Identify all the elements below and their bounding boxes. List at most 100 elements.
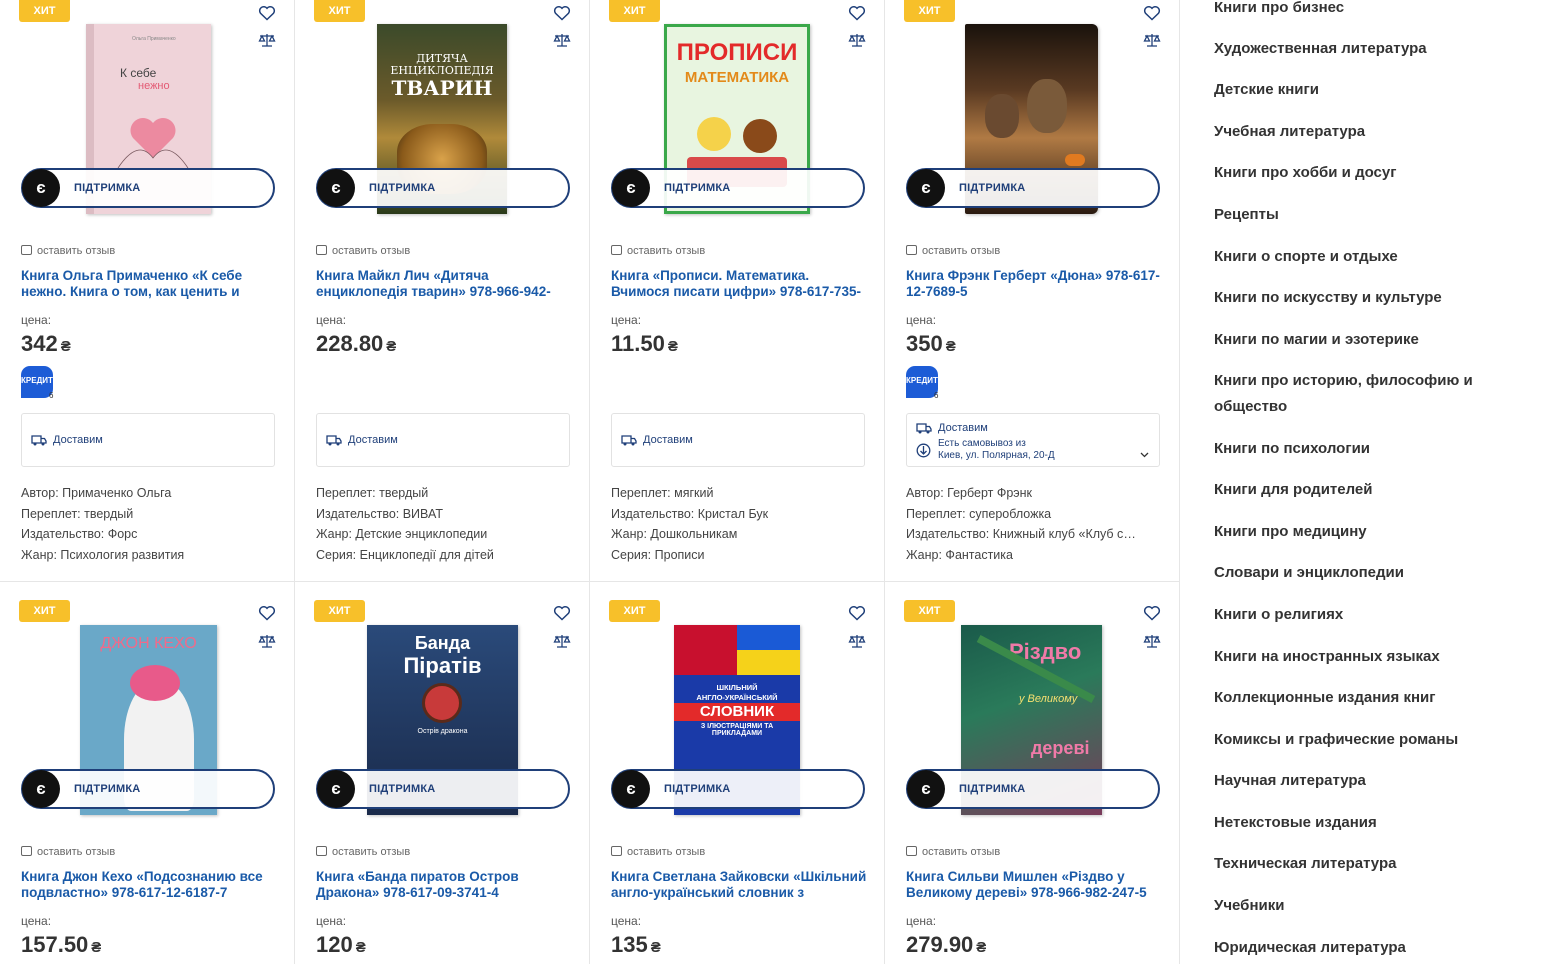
sidebar-item[interactable]: Нетекстовые издания: [1214, 810, 1377, 836]
product-grid: ХИТ Ольга Примаченко К себе нежно є ПІДТР…: [0, 0, 1180, 964]
product-title-link[interactable]: Книга Светлана Зайковски «Шкільний англо…: [611, 869, 869, 901]
leave-review-link[interactable]: оставить отзыв: [316, 245, 410, 257]
leave-review-link[interactable]: оставить отзыв: [906, 245, 1000, 257]
leave-review-link[interactable]: оставить отзыв: [21, 245, 115, 257]
price-label: цена:: [21, 914, 52, 928]
heart-icon[interactable]: [1143, 5, 1161, 21]
leave-review-link[interactable]: оставить отзыв: [21, 846, 115, 858]
support-button[interactable]: є ПІДТРИМКА: [21, 769, 275, 809]
heart-icon[interactable]: [553, 5, 571, 21]
sidebar-item[interactable]: Книги по искусству и культуре: [1214, 285, 1442, 311]
sidebar-item[interactable]: Книги по психологии: [1214, 436, 1370, 462]
product-title-link[interactable]: Книга «Банда пиратов Остров Дракона» 978…: [316, 869, 574, 901]
review-label: оставить отзыв: [332, 846, 411, 858]
support-button[interactable]: є ПІДТРИМКА: [316, 168, 570, 208]
compare-scales-icon[interactable]: [258, 32, 276, 48]
price: 228.80 ₴: [316, 331, 396, 357]
product-card: ХИТ ДИТЯЧА ЕНЦИКЛОПЕДІЯ ТВАРИН є ПІДТРИМК…: [295, 0, 590, 582]
sidebar-item[interactable]: Книги про медицину: [1214, 519, 1367, 545]
review-label: оставить отзыв: [37, 846, 116, 858]
sidebar-item[interactable]: Книги про хобби и досуг: [1214, 160, 1396, 186]
sidebar-item[interactable]: Книги про историю, философию и общество: [1214, 368, 1514, 420]
sidebar-item[interactable]: Книги про бизнес: [1214, 0, 1344, 21]
sidebar-item[interactable]: Рецепты: [1214, 202, 1279, 228]
heart-icon[interactable]: [258, 605, 276, 621]
cover-subtitle: МАТЕМАТИКА: [684, 69, 790, 86]
heart-icon[interactable]: [1143, 605, 1161, 621]
support-button[interactable]: є ПІДТРИМКА: [906, 168, 1160, 208]
spec-item: Издательство: Книжный клуб «Клуб семейно…: [906, 527, 1141, 542]
sidebar-item[interactable]: Книги для родителей: [1214, 477, 1373, 503]
compare-scales-icon[interactable]: [1143, 633, 1161, 649]
compare-scales-icon[interactable]: [258, 633, 276, 649]
heart-icon[interactable]: [848, 605, 866, 621]
product-title-link[interactable]: Книга Джон Кехо «Подсознанию все подвлас…: [21, 869, 279, 901]
delivery-box[interactable]: Доставим: [21, 413, 275, 467]
hit-badge: ХИТ: [19, 600, 70, 622]
price-value: 228.80: [316, 331, 384, 356]
compare-scales-icon[interactable]: [848, 633, 866, 649]
sidebar-item[interactable]: Книги о религиях: [1214, 602, 1343, 628]
product-title-link[interactable]: Книга Фрэнк Герберт «Дюна» 978-617-12-76…: [906, 268, 1164, 300]
leave-review-link[interactable]: оставить отзыв: [316, 846, 410, 858]
sidebar-item[interactable]: Детские книги: [1214, 77, 1319, 103]
heart-icon[interactable]: [258, 5, 276, 21]
product-title-link[interactable]: Книга Майкл Лич «Дитяча енциклопедія тва…: [316, 268, 574, 300]
product-title-link[interactable]: Книга «Прописи. Математика. Вчимося писа…: [611, 268, 869, 300]
sidebar-item[interactable]: Книги о спорте и отдыхе: [1214, 244, 1398, 270]
compare-scales-icon[interactable]: [553, 633, 571, 649]
support-label: ПІДТРИМКА: [959, 783, 1026, 795]
spec-item: Жанр: Фантастика: [906, 548, 1013, 563]
spec-item: Переплет: суперобложка: [906, 506, 1052, 521]
sidebar-item[interactable]: Коллекционные издания книг: [1214, 685, 1435, 711]
product-card: ХИТ Різдво у Великому дереві є ПІДТРИМКА …: [885, 582, 1180, 964]
support-button[interactable]: є ПІДТРИМКА: [611, 168, 865, 208]
sidebar-item[interactable]: Книги на иностранных языках: [1214, 644, 1440, 670]
sidebar-item[interactable]: Художественная литература: [1214, 36, 1427, 62]
price-label: цена:: [906, 313, 937, 327]
compare-scales-icon[interactable]: [553, 32, 571, 48]
chevron-down-icon[interactable]: [1140, 452, 1149, 458]
cover-subtitle: Піратів: [403, 653, 482, 678]
support-button[interactable]: є ПІДТРИМКА: [21, 168, 275, 208]
hit-badge: ХИТ: [314, 600, 365, 622]
heart-icon[interactable]: [553, 605, 571, 621]
price-value: 120: [316, 932, 353, 957]
sidebar-item[interactable]: Учебники: [1214, 893, 1284, 919]
compare-scales-icon[interactable]: [1143, 32, 1161, 48]
sidebar-item[interactable]: Техническая литература: [1214, 851, 1396, 877]
product-title-link[interactable]: Книга Ольга Примаченко «К себе нежно. Кн…: [21, 268, 279, 300]
support-button[interactable]: є ПІДТРИМКА: [611, 769, 865, 809]
heart-icon[interactable]: [848, 5, 866, 21]
comment-icon: [21, 245, 32, 255]
leave-review-link[interactable]: оставить отзыв: [611, 245, 705, 257]
product-title-link[interactable]: Книга Сильви Мишлен «Різдво у Великому д…: [906, 869, 1164, 901]
currency: ₴: [355, 939, 366, 956]
delivery-box[interactable]: Доставим: [611, 413, 865, 467]
delivery-box[interactable]: Доставим: [316, 413, 570, 467]
truck-icon: [621, 435, 637, 446]
support-button[interactable]: є ПІДТРИМКА: [906, 769, 1160, 809]
cover-subtitle: нежно: [138, 80, 170, 92]
support-button[interactable]: є ПІДТРИМКА: [316, 769, 570, 809]
euro-icon: є: [612, 770, 650, 808]
support-label: ПІДТРИМКА: [959, 182, 1026, 194]
leave-review-link[interactable]: оставить отзыв: [906, 846, 1000, 858]
pickup-info: Есть самовывоз из Киев, ул. Полярная, 20-…: [938, 438, 1055, 462]
product-specs: Переплет: мягкий Издательство: Кристал Б…: [611, 483, 873, 566]
sidebar-item[interactable]: Научная литература: [1214, 768, 1366, 794]
sidebar-item[interactable]: Комиксы и графические романы: [1214, 727, 1458, 753]
price-label: цена:: [316, 914, 347, 928]
compare-scales-icon[interactable]: [848, 32, 866, 48]
sidebar-item[interactable]: Книги по магии и эзотерике: [1214, 327, 1419, 353]
sidebar-item[interactable]: Юридическая литература: [1214, 935, 1406, 961]
sidebar-item[interactable]: Учебная литература: [1214, 119, 1365, 145]
leave-review-link[interactable]: оставить отзыв: [611, 846, 705, 858]
sidebar-item[interactable]: Словари и энциклопедии: [1214, 560, 1404, 586]
delivery-box[interactable]: Доставим Есть самовывоз из Киев, ул. Поля…: [906, 413, 1160, 467]
currency: ₴: [976, 939, 987, 956]
spec-item: Издательство: Форс: [21, 527, 138, 542]
pickup-line: Есть самовывоз из: [938, 438, 1026, 449]
spec-item: Переплет: мягкий: [611, 486, 714, 500]
price: 342 ₴: [21, 331, 71, 357]
